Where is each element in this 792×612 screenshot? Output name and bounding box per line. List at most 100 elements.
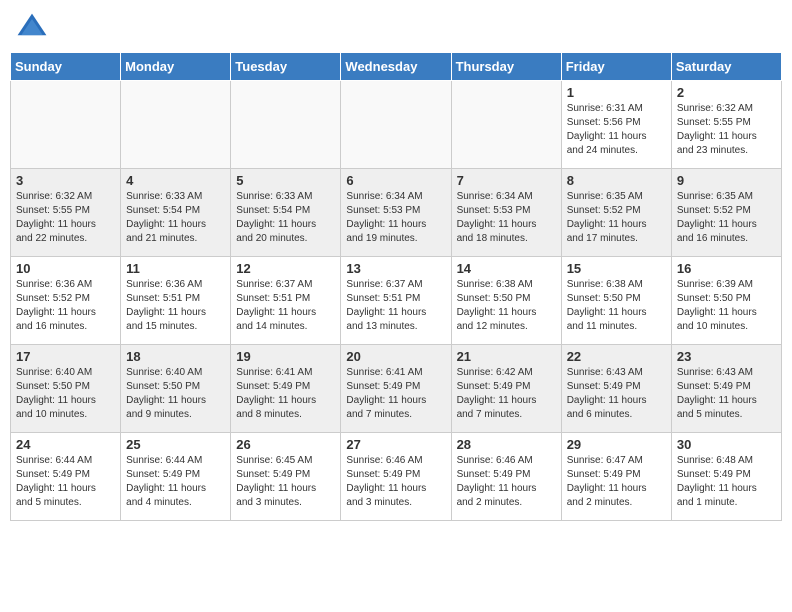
calendar-week-3: 10 Sunrise: 6:36 AM Sunset: 5:52 PM Dayli… bbox=[11, 257, 782, 345]
page-header bbox=[10, 10, 782, 46]
day-info: Sunrise: 6:32 AM Sunset: 5:55 PM Dayligh… bbox=[16, 190, 115, 246]
day-info: Sunrise: 6:37 AM Sunset: 5:51 PM Dayligh… bbox=[346, 278, 445, 334]
calendar-day-cell: 23 Sunrise: 6:43 AM Sunset: 5:49 PM Dayli… bbox=[671, 345, 781, 433]
calendar-day-cell: 12Sunrise: 6:37 AM Sunset: 5:51 PM Dayli… bbox=[231, 257, 341, 345]
day-number: 22 bbox=[567, 349, 666, 364]
calendar-day-cell bbox=[121, 81, 231, 169]
calendar-day-cell bbox=[451, 81, 561, 169]
day-number: 14 bbox=[457, 261, 556, 276]
day-number: 4 bbox=[126, 173, 225, 188]
day-info: Sunrise: 6:38 AM Sunset: 5:50 PM Dayligh… bbox=[457, 278, 556, 334]
day-number: 24 bbox=[16, 437, 115, 452]
day-info: Sunrise: 6:33 AM Sunset: 5:54 PM Dayligh… bbox=[126, 190, 225, 246]
day-number: 15 bbox=[567, 261, 666, 276]
day-number: 20 bbox=[346, 349, 445, 364]
day-info: Sunrise: 6:37 AM Sunset: 5:51 PM Dayligh… bbox=[236, 278, 335, 334]
day-info: Sunrise: 6:46 AM Sunset: 5:49 PM Dayligh… bbox=[457, 454, 556, 510]
day-info: Sunrise: 6:35 AM Sunset: 5:52 PM Dayligh… bbox=[677, 190, 776, 246]
calendar-day-cell: 29 Sunrise: 6:47 AM Sunset: 5:49 PM Dayli… bbox=[561, 433, 671, 521]
calendar-week-1: 1 Sunrise: 6:31 AM Sunset: 5:56 PM Daylig… bbox=[11, 81, 782, 169]
calendar-day-cell: 20 Sunrise: 6:41 AM Sunset: 5:49 PM Dayli… bbox=[341, 345, 451, 433]
day-info: Sunrise: 6:41 AM Sunset: 5:49 PM Dayligh… bbox=[236, 366, 335, 422]
calendar-day-cell: 15 Sunrise: 6:38 AM Sunset: 5:50 PM Dayli… bbox=[561, 257, 671, 345]
day-number: 23 bbox=[677, 349, 776, 364]
header-saturday: Saturday bbox=[671, 53, 781, 81]
calendar-day-cell: 25 Sunrise: 6:44 AM Sunset: 5:49 PM Dayli… bbox=[121, 433, 231, 521]
day-number: 11 bbox=[126, 261, 225, 276]
header-friday: Friday bbox=[561, 53, 671, 81]
calendar-day-cell: 7 Sunrise: 6:34 AM Sunset: 5:53 PM Daylig… bbox=[451, 169, 561, 257]
calendar-day-cell: 1 Sunrise: 6:31 AM Sunset: 5:56 PM Daylig… bbox=[561, 81, 671, 169]
day-number: 29 bbox=[567, 437, 666, 452]
header-tuesday: Tuesday bbox=[231, 53, 341, 81]
calendar-day-cell: 28 Sunrise: 6:46 AM Sunset: 5:49 PM Dayli… bbox=[451, 433, 561, 521]
day-number: 27 bbox=[346, 437, 445, 452]
calendar-week-4: 17 Sunrise: 6:40 AM Sunset: 5:50 PM Dayli… bbox=[11, 345, 782, 433]
header-monday: Monday bbox=[121, 53, 231, 81]
day-number: 17 bbox=[16, 349, 115, 364]
logo-icon bbox=[14, 10, 50, 46]
day-info: Sunrise: 6:36 AM Sunset: 5:52 PM Dayligh… bbox=[16, 278, 115, 334]
header-sunday: Sunday bbox=[11, 53, 121, 81]
day-info: Sunrise: 6:32 AM Sunset: 5:55 PM Dayligh… bbox=[677, 102, 776, 158]
calendar-day-cell: 16 Sunrise: 6:39 AM Sunset: 5:50 PM Dayli… bbox=[671, 257, 781, 345]
calendar-day-cell: 19Sunrise: 6:41 AM Sunset: 5:49 PM Dayli… bbox=[231, 345, 341, 433]
calendar-day-cell: 30Sunrise: 6:48 AM Sunset: 5:49 PM Dayli… bbox=[671, 433, 781, 521]
calendar-day-cell: 24 Sunrise: 6:44 AM Sunset: 5:49 PM Dayli… bbox=[11, 433, 121, 521]
day-info: Sunrise: 6:46 AM Sunset: 5:49 PM Dayligh… bbox=[346, 454, 445, 510]
calendar-day-cell: 14 Sunrise: 6:38 AM Sunset: 5:50 PM Dayli… bbox=[451, 257, 561, 345]
header-wednesday: Wednesday bbox=[341, 53, 451, 81]
calendar-day-cell: 13Sunrise: 6:37 AM Sunset: 5:51 PM Dayli… bbox=[341, 257, 451, 345]
calendar-week-5: 24 Sunrise: 6:44 AM Sunset: 5:49 PM Dayli… bbox=[11, 433, 782, 521]
day-info: Sunrise: 6:35 AM Sunset: 5:52 PM Dayligh… bbox=[567, 190, 666, 246]
day-number: 1 bbox=[567, 85, 666, 100]
day-info: Sunrise: 6:41 AM Sunset: 5:49 PM Dayligh… bbox=[346, 366, 445, 422]
day-info: Sunrise: 6:34 AM Sunset: 5:53 PM Dayligh… bbox=[346, 190, 445, 246]
day-info: Sunrise: 6:39 AM Sunset: 5:50 PM Dayligh… bbox=[677, 278, 776, 334]
calendar-table: SundayMondayTuesdayWednesdayThursdayFrid… bbox=[10, 52, 782, 521]
day-info: Sunrise: 6:34 AM Sunset: 5:53 PM Dayligh… bbox=[457, 190, 556, 246]
day-info: Sunrise: 6:40 AM Sunset: 5:50 PM Dayligh… bbox=[126, 366, 225, 422]
day-info: Sunrise: 6:38 AM Sunset: 5:50 PM Dayligh… bbox=[567, 278, 666, 334]
calendar-day-cell: 5 Sunrise: 6:33 AM Sunset: 5:54 PM Daylig… bbox=[231, 169, 341, 257]
day-number: 3 bbox=[16, 173, 115, 188]
day-number: 5 bbox=[236, 173, 335, 188]
calendar-day-cell: 2 Sunrise: 6:32 AM Sunset: 5:55 PM Daylig… bbox=[671, 81, 781, 169]
day-number: 6 bbox=[346, 173, 445, 188]
day-info: Sunrise: 6:44 AM Sunset: 5:49 PM Dayligh… bbox=[16, 454, 115, 510]
day-info: Sunrise: 6:40 AM Sunset: 5:50 PM Dayligh… bbox=[16, 366, 115, 422]
day-info: Sunrise: 6:43 AM Sunset: 5:49 PM Dayligh… bbox=[567, 366, 666, 422]
calendar-day-cell: 6 Sunrise: 6:34 AM Sunset: 5:53 PM Daylig… bbox=[341, 169, 451, 257]
calendar-day-cell: 9 Sunrise: 6:35 AM Sunset: 5:52 PM Daylig… bbox=[671, 169, 781, 257]
day-number: 25 bbox=[126, 437, 225, 452]
day-number: 16 bbox=[677, 261, 776, 276]
day-info: Sunrise: 6:44 AM Sunset: 5:49 PM Dayligh… bbox=[126, 454, 225, 510]
calendar-header-row: SundayMondayTuesdayWednesdayThursdayFrid… bbox=[11, 53, 782, 81]
day-info: Sunrise: 6:47 AM Sunset: 5:49 PM Dayligh… bbox=[567, 454, 666, 510]
day-number: 18 bbox=[126, 349, 225, 364]
day-number: 28 bbox=[457, 437, 556, 452]
day-number: 2 bbox=[677, 85, 776, 100]
calendar-day-cell: 17 Sunrise: 6:40 AM Sunset: 5:50 PM Dayli… bbox=[11, 345, 121, 433]
day-info: Sunrise: 6:45 AM Sunset: 5:49 PM Dayligh… bbox=[236, 454, 335, 510]
calendar-day-cell bbox=[231, 81, 341, 169]
day-number: 8 bbox=[567, 173, 666, 188]
day-number: 30 bbox=[677, 437, 776, 452]
day-info: Sunrise: 6:31 AM Sunset: 5:56 PM Dayligh… bbox=[567, 102, 666, 158]
day-info: Sunrise: 6:43 AM Sunset: 5:49 PM Dayligh… bbox=[677, 366, 776, 422]
calendar-day-cell: 26 Sunrise: 6:45 AM Sunset: 5:49 PM Dayli… bbox=[231, 433, 341, 521]
day-info: Sunrise: 6:33 AM Sunset: 5:54 PM Dayligh… bbox=[236, 190, 335, 246]
calendar-day-cell: 11 Sunrise: 6:36 AM Sunset: 5:51 PM Dayli… bbox=[121, 257, 231, 345]
day-info: Sunrise: 6:42 AM Sunset: 5:49 PM Dayligh… bbox=[457, 366, 556, 422]
calendar-day-cell: 21 Sunrise: 6:42 AM Sunset: 5:49 PM Dayli… bbox=[451, 345, 561, 433]
calendar-day-cell: 4 Sunrise: 6:33 AM Sunset: 5:54 PM Daylig… bbox=[121, 169, 231, 257]
calendar-day-cell: 27 Sunrise: 6:46 AM Sunset: 5:49 PM Dayli… bbox=[341, 433, 451, 521]
day-number: 9 bbox=[677, 173, 776, 188]
day-number: 26 bbox=[236, 437, 335, 452]
day-number: 21 bbox=[457, 349, 556, 364]
day-number: 10 bbox=[16, 261, 115, 276]
calendar-day-cell: 3 Sunrise: 6:32 AM Sunset: 5:55 PM Daylig… bbox=[11, 169, 121, 257]
day-info: Sunrise: 6:36 AM Sunset: 5:51 PM Dayligh… bbox=[126, 278, 225, 334]
day-number: 7 bbox=[457, 173, 556, 188]
calendar-week-2: 3 Sunrise: 6:32 AM Sunset: 5:55 PM Daylig… bbox=[11, 169, 782, 257]
